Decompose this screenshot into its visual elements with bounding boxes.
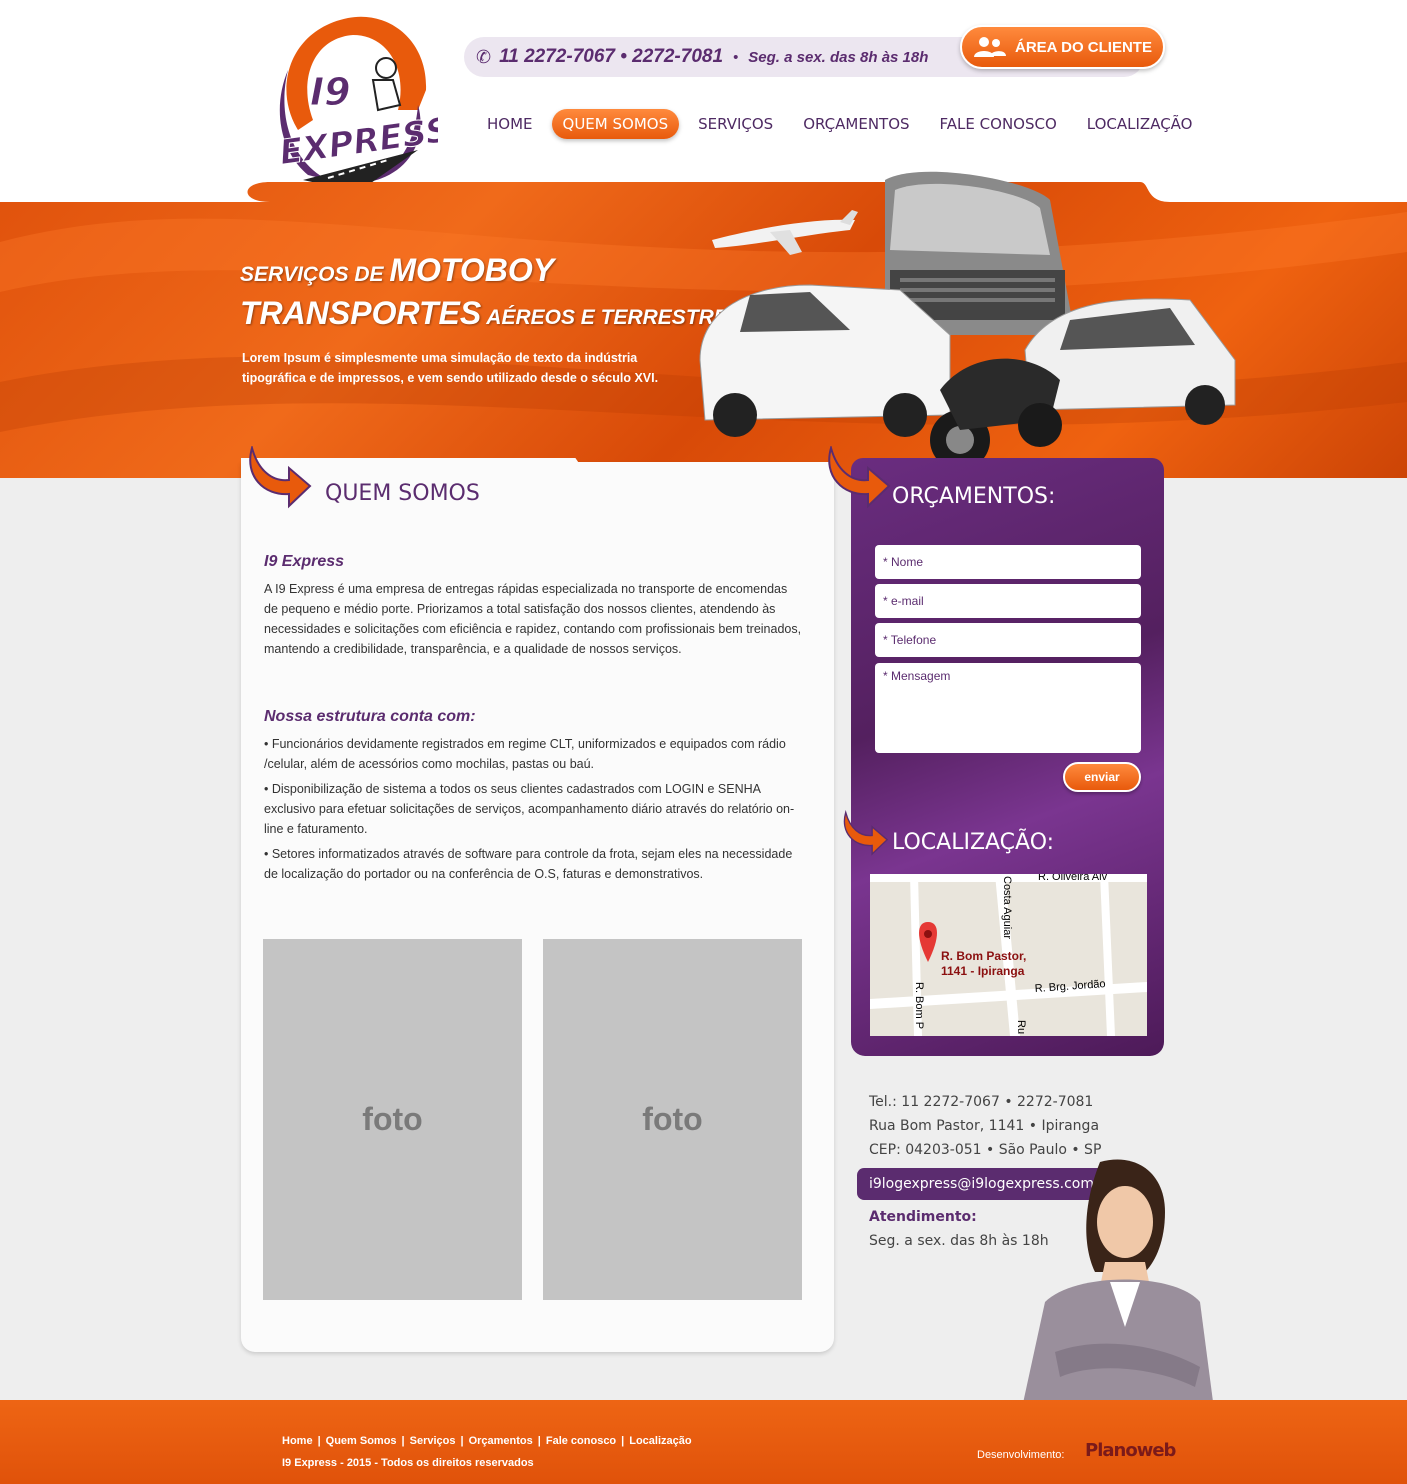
header-hours: Seg. a sex. das 8h às 18h [748,48,929,66]
nav-fale-conosco[interactable]: FALE CONOSCO [929,109,1068,139]
about-heading: I9 Express [264,553,345,570]
mensagem-field[interactable] [875,663,1141,753]
list-item: • Setores informatizados através de soft… [264,847,793,881]
vehicles-illustration [699,171,1236,470]
footer-link-localizacao[interactable]: Localização [629,1435,691,1447]
footer-link-orcamentos[interactable]: Orçamentos [469,1435,533,1447]
banner-description: Lorem Ipsum é simplesmente uma simulação… [242,351,659,385]
headline-2-big: TRANSPORTES [240,295,482,331]
photo-placeholder-1: foto [263,939,522,1300]
map-pin-label: R. Bom Pastor, 1141 - Ipiranga [941,949,1026,979]
attendant-photo [1020,1159,1215,1417]
about-text: A I9 Express é uma empresa de entregas r… [264,582,802,656]
map-street-costa: Costa Aguiar [1001,876,1013,939]
headline-1-big: MOTOBOY [389,252,555,288]
footer-separator: | [317,1435,321,1447]
footer-separator: | [460,1435,464,1447]
footer [0,1400,1407,1484]
footer-link-servicos[interactable]: Serviços [410,1435,456,1447]
banner-headline-1: SERVIÇOS DE MOTOBOY [240,252,554,289]
airplane-image [712,210,858,255]
orcamentos-title: ORÇAMENTOS: [892,484,1056,509]
area-cliente-label: ÁREA DO CLIENTE [1015,38,1152,56]
curved-arrow-icon [249,446,312,509]
banner-headline-2: TRANSPORTES AÉREOS E TERRESTRES [240,295,742,332]
header-separator: • [733,48,739,66]
developer-label: Desenvolvimento: [977,1449,1065,1461]
users-icon [974,37,1007,57]
email-field[interactable] [875,584,1141,618]
map-street-bom-pastor: R. Bom P [913,982,925,1029]
header-phones: 11 2272-7067 • 2272-7081 [499,46,724,67]
curved-arrow-icon [843,810,889,856]
nav-orcamentos[interactable]: ORÇAMENTOS [792,109,920,139]
map-pin-line-1: R. Bom Pastor, [941,949,1027,963]
nav-localizacao[interactable]: LOCALIZAÇÃO [1076,109,1204,139]
telefone-field[interactable] [875,623,1141,657]
structure-list: • Funcionários devidamente registrados e… [264,734,804,889]
section-title: QUEM SOMOS [325,481,480,506]
atendimento-label: Atendimento: [869,1209,977,1225]
footer-link-quem-somos[interactable]: Quem Somos [326,1435,397,1447]
map-street-top: R. Oliveira Alv [1038,874,1108,883]
enviar-button[interactable]: enviar [1063,762,1141,792]
logo-text-i9: I9 [310,70,351,114]
nav-home[interactable]: HOME [476,109,544,139]
van-image [699,284,951,437]
phone-icon: ✆ [476,46,492,67]
i9-express-logo[interactable]: I9 EXPRESS [268,10,438,195]
footer-separator: | [537,1435,541,1447]
nav-servicos[interactable]: SERVIÇOS [687,109,784,139]
map-street-ru: Ru [1015,1020,1027,1034]
list-item: • Funcionários devidamente registrados e… [264,737,786,771]
nome-field[interactable] [875,545,1141,579]
localizacao-title: LOCALIZAÇÃO: [892,830,1055,855]
area-cliente-button[interactable]: ÁREA DO CLIENTE [960,25,1165,69]
footer-link-home[interactable]: Home [282,1435,313,1447]
contact-tel: Tel.: 11 2272-7067 • 2272-7081 [869,1094,1094,1110]
header [0,0,1407,185]
structure-heading: Nossa estrutura conta com: [264,708,476,725]
headline-1-small: SERVIÇOS DE [240,263,390,286]
curved-arrow-icon [828,446,891,509]
list-item: • Disponibilização de sistema a todos os… [264,782,795,836]
footer-nav: Home | Quem Somos | Serviços | Orçamentos | Fale… [282,1435,692,1447]
nav-quem-somos[interactable]: QUEM SOMOS [551,109,680,139]
map-pin-line-2: 1141 - Ipiranga [941,964,1025,978]
developer-logo[interactable]: Planoweb [1085,1440,1176,1461]
footer-separator: | [401,1435,405,1447]
footer-separator: | [621,1435,625,1447]
footer-link-fale-conosco[interactable]: Fale conosco [546,1435,616,1447]
footer-copyright: I9 Express - 2015 - Todos os direitos re… [282,1457,534,1469]
photo-placeholder-2: foto [543,939,802,1300]
contact-address: Rua Bom Pastor, 1141 • Ipiranga [869,1118,1100,1134]
main-nav: HOME QUEM SOMOS SERVIÇOS ORÇAMENTOS FALE… [476,107,1211,141]
